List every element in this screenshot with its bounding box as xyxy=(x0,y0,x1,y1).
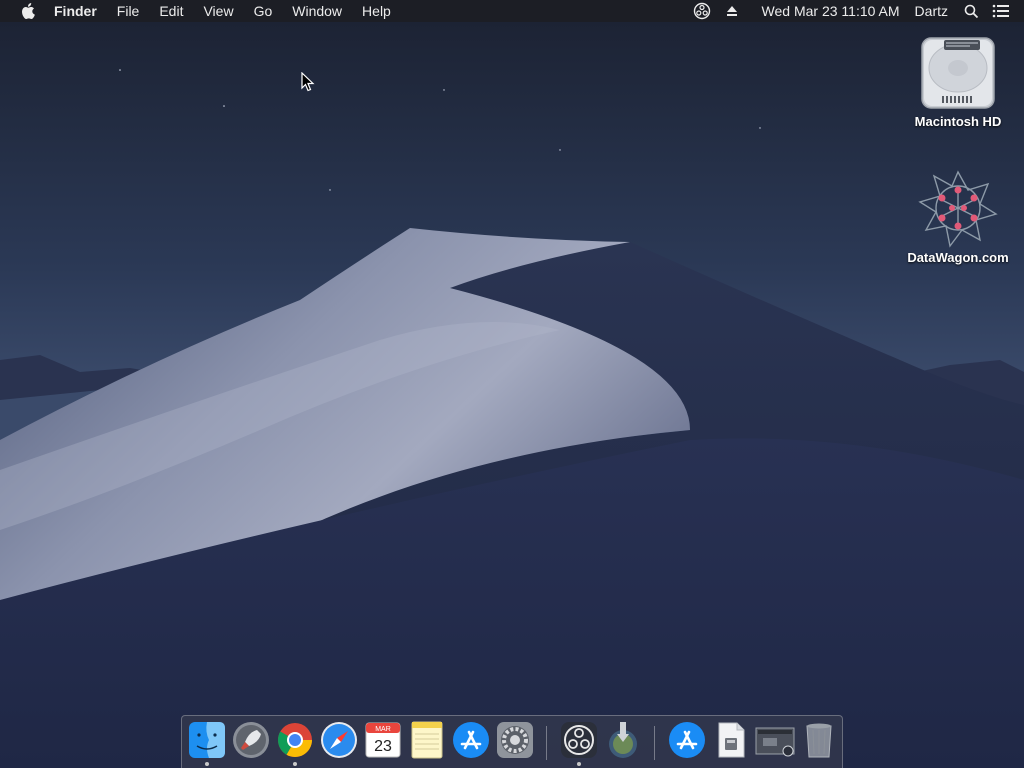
dock-trash[interactable] xyxy=(799,720,839,764)
dock-calendar[interactable]: MAR 23 xyxy=(363,720,403,764)
menu-go[interactable]: Go xyxy=(244,0,283,22)
menu-finder[interactable]: Finder xyxy=(54,0,107,22)
menu-edit[interactable]: Edit xyxy=(149,0,193,22)
dock-chrome[interactable] xyxy=(275,720,315,766)
chrome-icon xyxy=(278,723,312,757)
calendar-icon: MAR 23 xyxy=(365,722,401,758)
dock-document[interactable] xyxy=(711,720,751,764)
menu-file[interactable]: File xyxy=(107,0,150,22)
dock-finder[interactable] xyxy=(187,720,227,766)
notification-center-icon[interactable] xyxy=(990,0,1012,22)
user-menu[interactable]: Dartz xyxy=(907,0,956,22)
spotlight-search-icon[interactable] xyxy=(960,0,982,22)
desktop-icon-datawagon[interactable]: DataWagon.com xyxy=(903,168,1013,265)
launchpad-icon xyxy=(233,722,269,758)
hard-drive-icon xyxy=(921,37,995,109)
finder-icon xyxy=(189,722,225,758)
menu-bar-clock[interactable]: Wed Mar 23 11:10 AM xyxy=(747,0,907,22)
dock-safari[interactable] xyxy=(319,720,359,764)
menu-help[interactable]: Help xyxy=(352,0,401,22)
running-indicator xyxy=(205,762,209,766)
dock-app-store-folder[interactable] xyxy=(667,720,707,764)
dock-separator xyxy=(546,726,547,760)
dock: MAR 23 xyxy=(181,715,843,768)
safari-icon xyxy=(321,722,357,758)
dock-installer[interactable] xyxy=(603,720,643,764)
obs-icon[interactable] xyxy=(691,0,713,22)
desktop-icon-label: Macintosh HD xyxy=(914,114,1002,129)
desktop-wallpaper xyxy=(0,0,1024,768)
installer-icon xyxy=(609,722,637,758)
menu-bar-right: Wed Mar 23 11:10 AM Dartz xyxy=(687,0,1024,22)
dock-obs[interactable] xyxy=(559,720,599,766)
dock-launchpad[interactable] xyxy=(231,720,271,764)
calendar-month: MAR xyxy=(375,726,391,733)
menu-bar-left: Finder File Edit View Go Window Help xyxy=(0,0,401,22)
trash-icon xyxy=(806,723,832,758)
screenshot-thumbnail-icon xyxy=(755,727,795,757)
menu-window[interactable]: Window xyxy=(282,0,352,22)
dock-separator xyxy=(654,726,655,760)
menu-view[interactable]: View xyxy=(193,0,243,22)
menu-bar: Finder File Edit View Go Window Help Wed… xyxy=(0,0,1024,22)
document-icon xyxy=(718,722,745,758)
eject-icon[interactable] xyxy=(721,0,743,22)
desktop-icon-macintosh-hd[interactable]: Macintosh HD xyxy=(903,32,1013,129)
desktop-icon-label: DataWagon.com xyxy=(907,250,1009,265)
notes-icon xyxy=(411,721,443,759)
apple-logo-icon[interactable] xyxy=(17,0,39,22)
app-store-icon xyxy=(669,722,705,758)
system-preferences-icon xyxy=(497,722,533,758)
datawagon-network-icon xyxy=(918,170,998,248)
dock-notes[interactable] xyxy=(407,720,447,764)
obs-icon xyxy=(561,722,597,758)
dock-system-preferences[interactable] xyxy=(495,720,535,764)
mouse-cursor-icon xyxy=(301,72,315,92)
running-indicator xyxy=(293,762,297,766)
dock-app-store[interactable] xyxy=(451,720,491,764)
running-indicator xyxy=(577,762,581,766)
app-store-icon xyxy=(453,722,489,758)
dock-screenshot[interactable] xyxy=(755,720,795,764)
calendar-day: 23 xyxy=(374,738,392,755)
